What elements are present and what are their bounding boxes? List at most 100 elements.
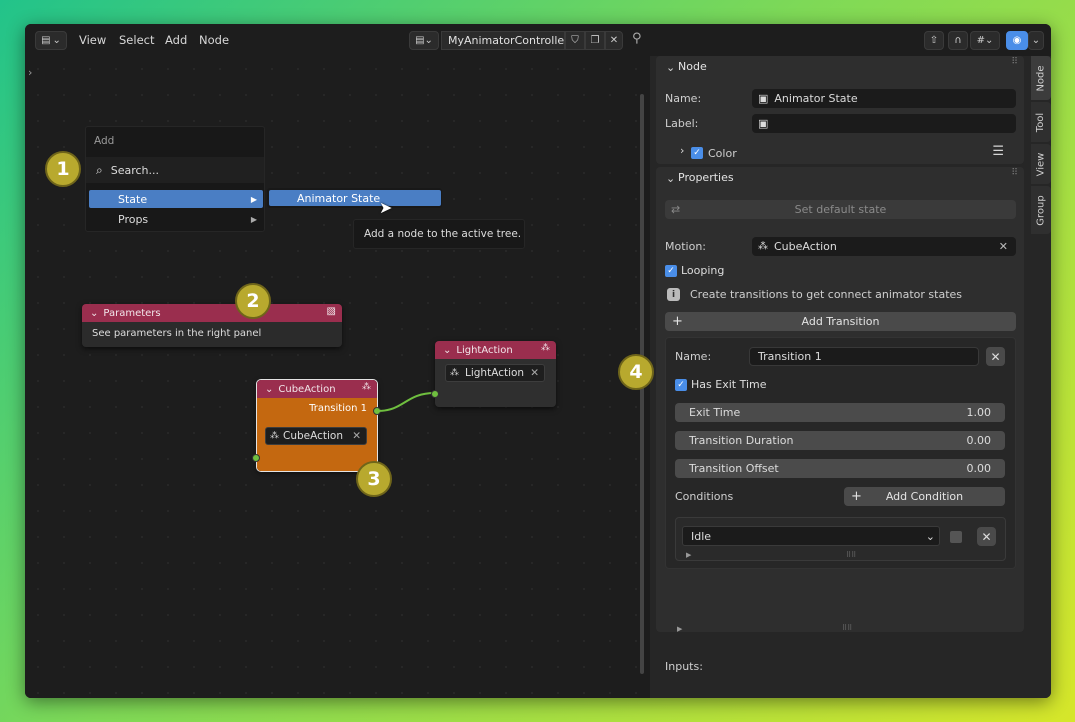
submenu-animator-state[interactable]: Animator State [267, 188, 442, 208]
name-label: Name: [665, 92, 702, 105]
output-label: Transition 1 [309, 403, 367, 414]
tooltip: Add a node to the active tree. [353, 219, 525, 249]
has-exit-time-checkbox[interactable]: ✓ [675, 378, 687, 391]
menu-select[interactable]: Select [119, 33, 154, 47]
collapse-icon[interactable]: ⌄ [666, 61, 675, 74]
overlay-button[interactable]: ◉ [1006, 31, 1028, 50]
parent-tree-button[interactable]: ⇧ [924, 31, 944, 50]
editor-header-right: ⇧ ∩ # ⌄ ◉ ⌄ [650, 24, 1051, 56]
tab-group[interactable]: Group [1031, 186, 1051, 234]
inputs-label: Inputs: [665, 660, 703, 673]
close-icon[interactable]: ✕ [352, 430, 361, 442]
node-body: ⁂ LightAction ✕ [435, 359, 556, 407]
node-label-field[interactable]: ▣ [752, 114, 1016, 133]
slider-value: 0.00 [966, 434, 992, 447]
slider-value: 1.00 [966, 406, 992, 419]
has-exit-time-row[interactable]: ✓ Has Exit Time [675, 378, 767, 391]
play-icon[interactable]: ▶ [686, 551, 691, 559]
drag-handle-icon[interactable]: ⠿ [1011, 57, 1018, 67]
action-field[interactable]: ⁂ CubeAction ✕ [265, 427, 367, 445]
node-title: Parameters [103, 307, 161, 319]
add-menu-search[interactable]: ⌕ Search... [86, 157, 264, 183]
tab-tool[interactable]: Tool [1031, 102, 1051, 142]
close-icon[interactable]: ✕ [530, 367, 539, 379]
input-socket[interactable] [252, 454, 260, 462]
label-label: Label: [665, 117, 699, 130]
menu-item-state[interactable]: State ▶ [89, 190, 263, 208]
light-action-node[interactable]: ⌄ LightAction ⁂ ⁂ LightAction ✕ [435, 341, 556, 407]
overlay-icon: ◉ [1012, 35, 1022, 46]
duplicate-tree-button[interactable]: ❐ [585, 31, 605, 50]
node-header[interactable]: ⌄ Parameters ▧ [82, 304, 342, 322]
node-name-field[interactable]: ▣ Animator State [752, 89, 1016, 108]
motion-field[interactable]: ⁂ CubeAction ✕ [752, 237, 1016, 256]
snap-button[interactable]: ∩ [948, 31, 968, 50]
collapse-icon[interactable]: ⌄ [666, 172, 675, 185]
condition-checkbox[interactable] [950, 531, 962, 543]
list-icon[interactable]: ☰ [992, 144, 1004, 159]
node-header[interactable]: ⌄ LightAction ⁂ [435, 341, 556, 359]
submenu-label: Animator State [297, 191, 381, 205]
condition-dropdown[interactable]: Idle ⌄ [682, 526, 940, 546]
remove-transition-button[interactable]: ✕ [986, 347, 1005, 366]
node-text: See parameters in the right panel [92, 328, 262, 339]
editor-type-button[interactable]: ▤ ⌄ [35, 31, 67, 50]
transition-offset-slider[interactable]: Transition Offset 0.00 [675, 459, 1005, 478]
tree-name-field[interactable]: MyAnimatorController [441, 31, 569, 50]
fake-user-button[interactable]: ⛉ [565, 31, 585, 50]
add-condition-button[interactable]: + Add Condition [844, 487, 1005, 506]
magnet-icon: ∩ [954, 35, 962, 46]
exit-time-slider[interactable]: Exit Time 1.00 [675, 403, 1005, 422]
chevron-right-icon[interactable]: › [680, 144, 684, 157]
info-icon: i [667, 288, 680, 301]
looping-checkbox[interactable]: ✓ [665, 264, 677, 277]
set-default-state-button[interactable]: ⇄ Set default state [665, 200, 1016, 219]
remove-condition-button[interactable]: ✕ [977, 527, 996, 546]
snap-settings-button[interactable]: # ⌄ [970, 31, 1000, 50]
transition-name-field[interactable]: Transition 1 [749, 347, 979, 366]
menu-node[interactable]: Node [199, 33, 229, 47]
parameters-node[interactable]: ⌄ Parameters ▧ See parameters in the rig… [82, 304, 342, 347]
slider-label: Transition Duration [689, 434, 794, 447]
condition-box: Idle ⌄ ✕ ⠿⠿ ▶ [675, 517, 1006, 561]
close-icon[interactable]: ✕ [999, 240, 1008, 253]
node-header[interactable]: ⌄ CubeAction ⁂ [257, 380, 377, 398]
slider-label: Exit Time [689, 406, 741, 419]
cube-action-node[interactable]: ⌄ CubeAction ⁂ Transition 1 ⁂ CubeAction… [256, 379, 378, 472]
tab-view[interactable]: View [1031, 144, 1051, 184]
action-field[interactable]: ⁂ LightAction ✕ [445, 364, 545, 382]
action-icon: ⁂ [270, 431, 279, 441]
input-socket[interactable] [431, 390, 439, 398]
tab-node[interactable]: Node [1031, 56, 1051, 100]
arrow-up-icon: ⇧ [929, 35, 939, 46]
section-title[interactable]: Node [678, 60, 707, 73]
menu-item-props[interactable]: Props ▶ [89, 210, 263, 228]
action-icon: ⁂ [450, 368, 459, 378]
button-label: Set default state [794, 203, 887, 216]
play-icon[interactable]: ▶ [677, 625, 682, 633]
color-checkbox[interactable]: ✓ [691, 147, 703, 159]
tree-type-button[interactable]: ▤ ⌄ [409, 31, 439, 50]
drag-handle-icon[interactable]: ⠿⠿ [846, 551, 856, 559]
menu-add[interactable]: Add [165, 33, 187, 47]
section-title[interactable]: Properties [678, 171, 734, 184]
overlay-dropdown[interactable]: ⌄ [1028, 31, 1044, 50]
drag-handle-icon[interactable]: ⠿ [1011, 168, 1018, 178]
node-canvas[interactable]: › Add ⌕ Search... State ▶ Props ▶ Animat… [25, 56, 650, 698]
collapse-icon[interactable]: ⌄ [265, 384, 273, 395]
add-transition-button[interactable]: + Add Transition [665, 312, 1016, 331]
collapse-icon[interactable]: ⌄ [90, 308, 98, 319]
submenu-arrow-icon: ▶ [250, 194, 257, 204]
menu-item-label: Props [118, 212, 149, 226]
unlink-tree-button[interactable]: ✕ [605, 31, 623, 50]
looping-label: Looping [681, 264, 725, 277]
collapse-icon[interactable]: ⌄ [443, 345, 451, 356]
transition-duration-slider[interactable]: Transition Duration 0.00 [675, 431, 1005, 450]
chevron-right-icon[interactable]: › [28, 66, 32, 79]
drag-handle-icon[interactable]: ⠿⠿ [842, 624, 852, 632]
search-label: Search... [110, 163, 160, 177]
node-title: CubeAction [278, 383, 336, 395]
menu-view[interactable]: View [79, 33, 106, 47]
looping-checkbox-row[interactable]: ✓ Looping [665, 264, 724, 277]
pin-icon[interactable]: ⚲ [632, 31, 642, 46]
